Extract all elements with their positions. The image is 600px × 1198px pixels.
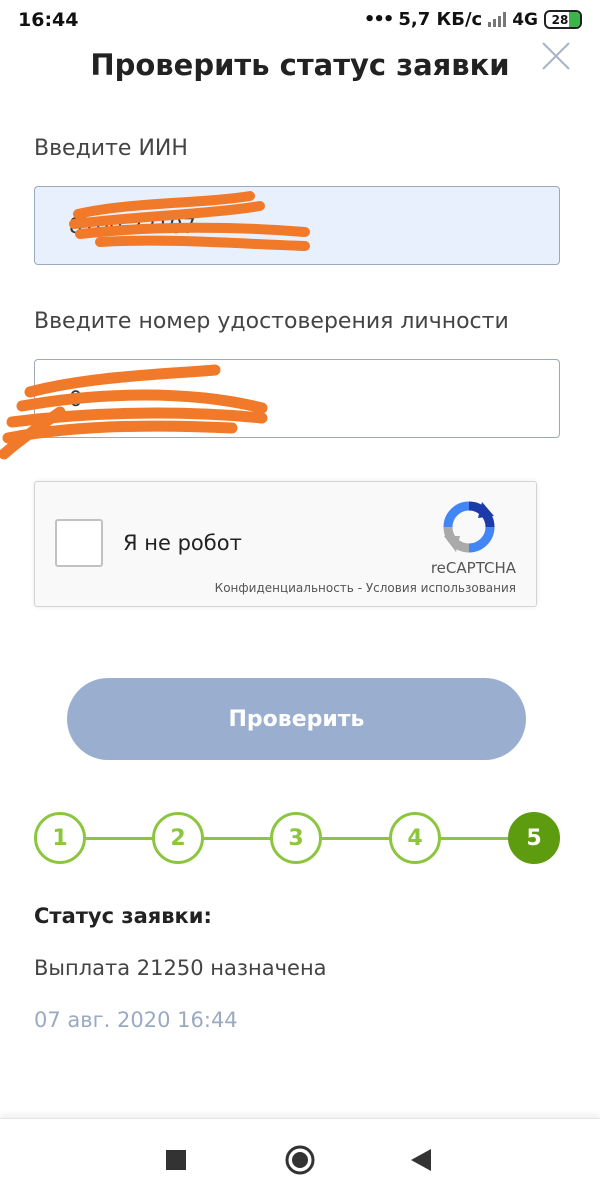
close-icon[interactable] [540,40,572,72]
step-4: 4 [389,812,441,864]
step-1: 1 [34,812,86,864]
back-icon[interactable] [410,1148,432,1172]
signal-icon [488,12,507,27]
captcha-brand: reCAPTCHA [430,559,516,577]
recaptcha-widget: Я не робот reCAPTCHA Конфиденциальность … [34,481,537,607]
recents-icon[interactable] [165,1149,187,1171]
captcha-links[interactable]: Конфиденциальность - Условия использован… [215,581,516,595]
status-right: ••• 5,7 КБ/с 4G 28 [364,9,582,30]
home-icon[interactable] [284,1144,316,1176]
status-bar: 16:44 ••• 5,7 КБ/с 4G 28 [0,0,600,40]
recaptcha-logo-icon [443,501,495,553]
captcha-label: Я не робот [123,531,242,555]
id-number-field[interactable] [34,359,560,438]
battery-level: 28 [551,12,569,27]
system-nav-bar [0,1118,600,1198]
iin-label: Введите ИИН [34,136,188,161]
page-title: Проверить статус заявки [90,48,510,82]
network-speed: 5,7 КБ/с [398,9,483,30]
step-3: 3 [270,812,322,864]
step-5: 5 [508,812,560,864]
notification-dots: ••• [363,9,394,30]
status-title: Статус заявки: [34,904,212,928]
progress-stepper: 1 2 3 4 5 [34,812,560,864]
check-button[interactable]: Проверить [67,678,526,760]
doc-label: Введите номер удостоверения личности [34,309,509,334]
captcha-checkbox[interactable] [55,519,103,567]
network-type: 4G [512,9,538,30]
iin-field[interactable] [34,186,560,265]
status-time: 16:44 [18,9,79,31]
step-2: 2 [152,812,204,864]
status-text: Выплата 21250 назначена [34,956,327,980]
status-date: 07 авг. 2020 16:44 [34,1008,238,1032]
battery-icon: 28 [544,10,582,29]
